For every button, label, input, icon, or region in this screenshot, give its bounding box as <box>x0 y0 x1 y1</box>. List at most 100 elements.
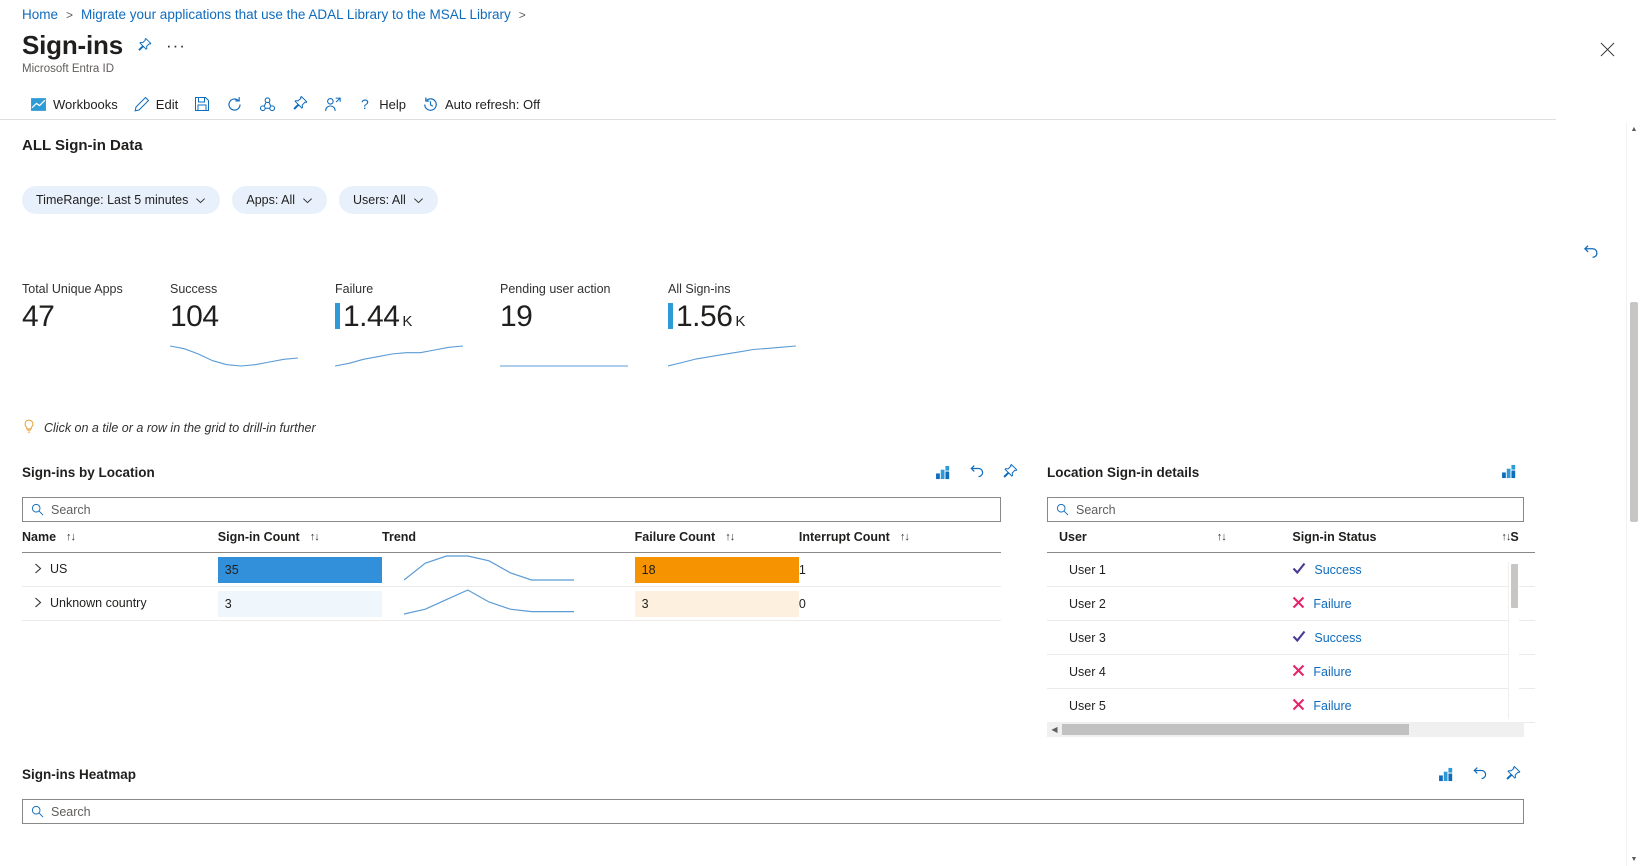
toolbar-edit-button[interactable]: Edit <box>126 92 186 116</box>
signin-status-link[interactable]: Failure <box>1313 597 1351 611</box>
sort-icon[interactable]: ↑↓ <box>725 531 735 543</box>
toolbar-assign-user-button[interactable] <box>316 92 349 117</box>
table-row[interactable]: User 3 Success <box>1047 620 1535 655</box>
page-subtitle: Microsoft Entra ID <box>22 63 115 75</box>
heatmap-actions <box>1439 766 1521 782</box>
location-name-cell[interactable]: Unknown country <box>22 586 218 621</box>
filter-apps[interactable]: Apps: All <box>232 186 328 214</box>
column-header-label: Trend <box>382 530 417 544</box>
page-vertical-scrollbar[interactable]: ▲ ▼ <box>1626 122 1640 866</box>
location-name-cell[interactable]: US <box>22 552 218 587</box>
kpi-tile-value: 1.44 K <box>335 300 500 335</box>
location-search-input[interactable]: Search <box>22 497 1001 522</box>
signin-count-bar: 3 <box>217 590 383 617</box>
kpi-tile-number: 47 <box>22 300 55 333</box>
kpi-tile[interactable]: Success 104 <box>169 282 335 367</box>
chart-icon[interactable] <box>1439 767 1456 782</box>
cross-icon <box>1292 698 1305 714</box>
close-icon[interactable] <box>1594 36 1620 62</box>
signin-status-link[interactable]: Success <box>1314 631 1361 645</box>
interrupt-count-cell: 0 <box>798 586 1001 621</box>
sort-icon[interactable]: ↑↓ <box>310 531 320 543</box>
breadcrumb-item-home[interactable]: Home <box>22 7 58 22</box>
pin-icon[interactable] <box>1505 766 1521 782</box>
location-grid: Name ↑↓ Sign-in Count ↑↓ Trend Failure Count ↑… <box>22 530 1001 621</box>
signin-status-cell: Success <box>1292 552 1511 587</box>
row-expander[interactable]: US <box>22 562 67 576</box>
details-vertical-scrollbar[interactable] <box>1508 562 1519 719</box>
chevron-right-icon <box>34 597 43 608</box>
chart-icon[interactable] <box>936 465 953 480</box>
location-grid-header-row: Name ↑↓ Sign-in Count ↑↓ Trend Failure Count ↑… <box>22 530 1001 553</box>
kpi-tile[interactable]: Pending user action 19 <box>500 282 668 367</box>
pin-icon <box>292 96 308 112</box>
heatmap-search-placeholder: Search <box>51 804 91 819</box>
signin-status-link[interactable]: Failure <box>1313 665 1351 679</box>
signin-status-link[interactable]: Success <box>1314 563 1361 577</box>
table-row[interactable]: User 2 Failure <box>1047 586 1535 621</box>
chevron-down-icon <box>302 195 313 206</box>
scroll-up-icon[interactable]: ▲ <box>1627 122 1640 136</box>
kpi-tile[interactable]: Total Unique Apps 47 <box>22 282 170 335</box>
workbooks-icon <box>30 96 47 113</box>
scroll-down-icon[interactable]: ▼ <box>1627 852 1640 866</box>
sort-icon[interactable]: ↑↓ <box>1217 531 1227 543</box>
details-vertical-scroll-thumb[interactable] <box>1511 564 1518 608</box>
kpi-tile-number: 1.56 <box>676 300 733 333</box>
kpi-tile-number: 19 <box>500 300 533 333</box>
filter-timerange[interactable]: TimeRange: Last 5 minutes <box>22 186 221 214</box>
pin-icon[interactable] <box>1002 464 1018 480</box>
sort-icon[interactable]: ↑↓ <box>66 531 76 543</box>
refresh-icon <box>226 96 243 113</box>
drill-in-hint-text: Click on a tile or a row in the grid to … <box>44 421 316 435</box>
pin-icon[interactable] <box>137 38 152 53</box>
chart-icon[interactable] <box>1502 464 1519 479</box>
sort-icon[interactable]: ↑↓ <box>1501 531 1511 543</box>
signin-status-link[interactable]: Failure <box>1313 699 1351 713</box>
undo-icon[interactable] <box>1472 766 1489 782</box>
filter-apps-label: Apps: All <box>246 193 296 207</box>
svg-text:?: ? <box>361 96 369 112</box>
more-options-icon[interactable]: ··· <box>166 37 186 54</box>
kpi-tile-label: All Sign-ins <box>668 282 731 296</box>
page-scroll-thumb[interactable] <box>1630 302 1638 522</box>
column-header-label: Sign-in Count <box>217 530 300 544</box>
scroll-left-icon[interactable]: ◀ <box>1047 722 1062 737</box>
page-title: Sign-ins <box>22 30 123 60</box>
table-row[interactable]: User 4 Failure <box>1047 654 1535 689</box>
toolbar-workbooks-button[interactable]: Workbooks <box>22 92 126 117</box>
column-header-label: Interrupt Count <box>798 530 890 544</box>
sort-icon[interactable]: ↑↓ <box>900 531 910 543</box>
kpi-tile[interactable]: Failure 1.44 K <box>334 282 500 367</box>
heatmap-search-input[interactable]: Search <box>22 799 1524 824</box>
table-row[interactable]: US 35 18 1 <box>22 552 1001 587</box>
details-horizontal-scrollbar[interactable]: ◀ <box>1047 722 1524 737</box>
breadcrumb-item-migrate[interactable]: Migrate your applications that use the A… <box>81 7 511 22</box>
filter-users-label: Users: All <box>353 193 406 207</box>
table-row[interactable]: User 1 Success <box>1047 552 1535 587</box>
location-grid-actions <box>936 464 1018 480</box>
details-horizontal-scroll-thumb[interactable] <box>1062 724 1409 735</box>
column-header: Interrupt Count ↑↓ <box>798 530 1001 553</box>
toolbar-pin-button[interactable] <box>284 92 316 116</box>
tiles-undo-icon[interactable] <box>1583 244 1600 266</box>
toolbar-save-button[interactable] <box>186 92 218 116</box>
details-search-input[interactable]: Search <box>1047 497 1524 522</box>
signin-count-cell: 35 <box>217 552 383 587</box>
chevron-down-icon <box>195 195 206 206</box>
toolbar-auto-refresh-button[interactable]: Auto refresh: Off <box>414 92 548 117</box>
kpi-tile[interactable]: All Sign-ins 1.56 K <box>667 282 826 367</box>
column-header-label: S <box>1510 530 1519 544</box>
row-expander[interactable]: Unknown country <box>22 596 147 610</box>
toolbar-help-button[interactable]: ? Help <box>349 92 414 116</box>
toolbar-refresh-button[interactable] <box>218 92 251 117</box>
location-search-placeholder: Search <box>51 502 91 517</box>
toolbar-share-button[interactable] <box>251 92 284 117</box>
undo-icon[interactable] <box>969 464 986 480</box>
filter-users[interactable]: Users: All <box>339 186 438 214</box>
table-row[interactable]: Unknown country 3 3 0 <box>22 586 1001 621</box>
column-header: User ↑↓ <box>1047 530 1293 553</box>
table-row[interactable]: User 5 Failure <box>1047 688 1535 723</box>
column-header-label: Sign-in Status <box>1292 530 1377 544</box>
details-grid: User ↑↓ Sign-in Status ↑↓ S User 1 Success User… <box>1047 530 1535 723</box>
